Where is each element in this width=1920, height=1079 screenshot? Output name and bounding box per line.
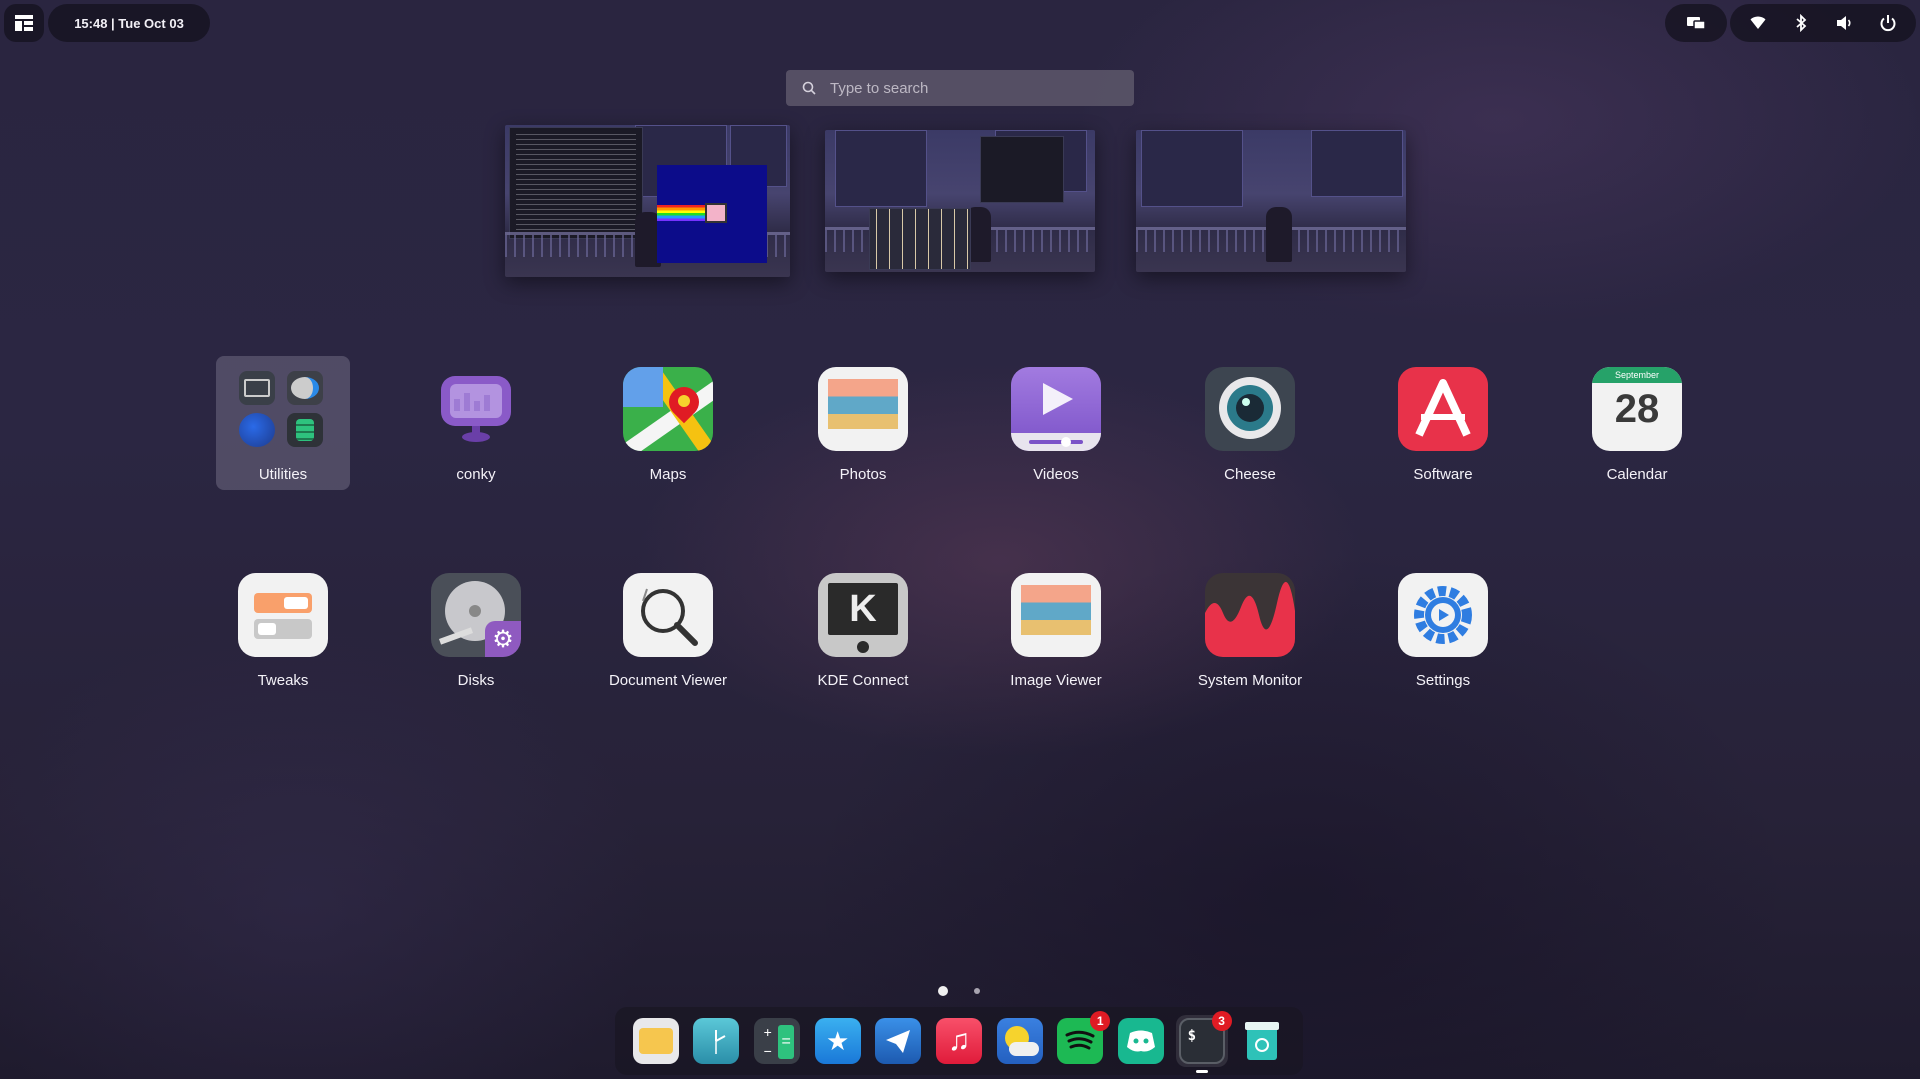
bluetooth-icon[interactable] (1789, 11, 1813, 35)
cheese-camera-icon (1204, 366, 1296, 452)
dock-clocks[interactable] (690, 1015, 742, 1067)
app-label: KDE Connect (817, 672, 909, 689)
volume-icon[interactable] (1833, 11, 1857, 35)
app-label: Settings (1415, 672, 1471, 689)
videos-icon (1010, 366, 1102, 452)
activities-menu-button[interactable] (4, 4, 44, 42)
workspace-thumbnail-2[interactable] (825, 130, 1095, 272)
running-indicator (1195, 1070, 1208, 1073)
clock-text: 15:48 | Tue Oct 03 (74, 15, 184, 31)
app-photos[interactable]: Photos (796, 356, 930, 490)
app-software[interactable]: Software (1376, 356, 1510, 490)
app-label: Image Viewer (1010, 672, 1102, 689)
page-dot-2[interactable] (974, 988, 980, 994)
dock-calculator[interactable]: + = − (751, 1015, 803, 1067)
calendar-icon: September 28 (1591, 366, 1683, 452)
music-note-icon: ♫ (935, 1018, 982, 1064)
dock-discord[interactable] (1115, 1015, 1167, 1067)
maps-icon (622, 366, 714, 452)
calendar-month: September (1592, 367, 1682, 383)
app-label: Utilities (258, 466, 308, 483)
dock-files[interactable] (630, 1015, 682, 1067)
app-tweaks[interactable]: Tweaks (216, 562, 350, 696)
image-viewer-icon (1010, 572, 1102, 658)
app-label: Document Viewer (608, 672, 728, 689)
clock[interactable]: 15:48 | Tue Oct 03 (48, 4, 210, 42)
photos-icon (817, 366, 909, 452)
software-icon (1397, 366, 1489, 452)
trash-icon (1239, 1018, 1285, 1064)
app-label: Maps (649, 466, 687, 483)
app-label: conky (456, 466, 496, 483)
dock-weather[interactable] (994, 1015, 1046, 1067)
app-label: Software (1413, 466, 1473, 483)
screen-share-button[interactable] (1665, 4, 1727, 42)
app-label: Calendar (1606, 466, 1668, 483)
dock: + = − ★ ♫ 1 $ 3 (615, 1007, 1303, 1075)
dock-telegram[interactable] (872, 1015, 924, 1067)
workspace-thumbnail-3[interactable] (1136, 130, 1406, 272)
utilities-folder-icon (237, 366, 329, 452)
app-cheese[interactable]: Cheese (1183, 356, 1317, 490)
dock-music[interactable]: ♫ (933, 1015, 985, 1067)
weather-icon (996, 1018, 1043, 1064)
telegram-plane-icon (875, 1018, 922, 1064)
kde-connect-icon: K (817, 572, 909, 658)
app-maps[interactable]: Maps (601, 356, 735, 490)
app-label: Videos (1033, 466, 1079, 483)
app-calendar[interactable]: September 28 Calendar (1570, 356, 1704, 490)
app-kde-connect[interactable]: K KDE Connect (796, 562, 930, 696)
app-disks[interactable]: ⚙ Disks (409, 562, 543, 696)
search-input[interactable] (828, 78, 1122, 98)
calculator-icon: + = − (753, 1018, 800, 1064)
star-icon: ★ (814, 1018, 861, 1064)
tweaks-icon (237, 572, 329, 658)
app-system-monitor[interactable]: System Monitor (1183, 562, 1317, 696)
app-settings[interactable]: Settings (1376, 562, 1510, 696)
clock-icon (693, 1018, 740, 1064)
document-viewer-icon (622, 572, 714, 658)
conky-icon (430, 366, 522, 452)
terminal-prompt: $ (1187, 1028, 1196, 1044)
dock-terminal[interactable]: $ 3 (1175, 1011, 1232, 1073)
layout-icon (15, 15, 33, 31)
power-icon[interactable] (1876, 11, 1900, 35)
system-monitor-icon (1204, 572, 1296, 658)
wifi-icon[interactable] (1746, 11, 1770, 35)
app-videos[interactable]: Videos (989, 356, 1123, 490)
app-label: Cheese (1224, 466, 1276, 483)
app-label: Disks (457, 672, 495, 689)
search-icon (802, 81, 816, 95)
app-document-viewer[interactable]: Document Viewer (601, 562, 735, 696)
search-bar[interactable] (786, 70, 1134, 106)
app-conky[interactable]: conky (409, 356, 543, 490)
dock-trash[interactable] (1236, 1015, 1288, 1067)
app-label: Photos (839, 466, 887, 483)
app-label: Tweaks (257, 672, 309, 689)
system-tray[interactable] (1730, 4, 1916, 42)
settings-gear-icon (1397, 572, 1489, 658)
spotify-badge: 1 (1090, 1011, 1111, 1031)
screen-share-icon (1687, 17, 1706, 30)
dock-spotify[interactable]: 1 (1054, 1011, 1111, 1067)
workspace-thumbnail-1[interactable] (505, 125, 790, 277)
discord-icon (1117, 1018, 1164, 1064)
terminal-badge: 3 (1211, 1011, 1232, 1031)
app-image-viewer[interactable]: Image Viewer (989, 562, 1123, 696)
files-folder-icon (632, 1018, 679, 1064)
app-utilities[interactable]: Utilities (216, 356, 350, 490)
page-dot-1[interactable] (938, 986, 948, 996)
calendar-day: 28 (1614, 387, 1660, 431)
app-label: System Monitor (1197, 672, 1303, 689)
disks-icon: ⚙ (430, 572, 522, 658)
dock-app-store[interactable]: ★ (812, 1015, 864, 1067)
